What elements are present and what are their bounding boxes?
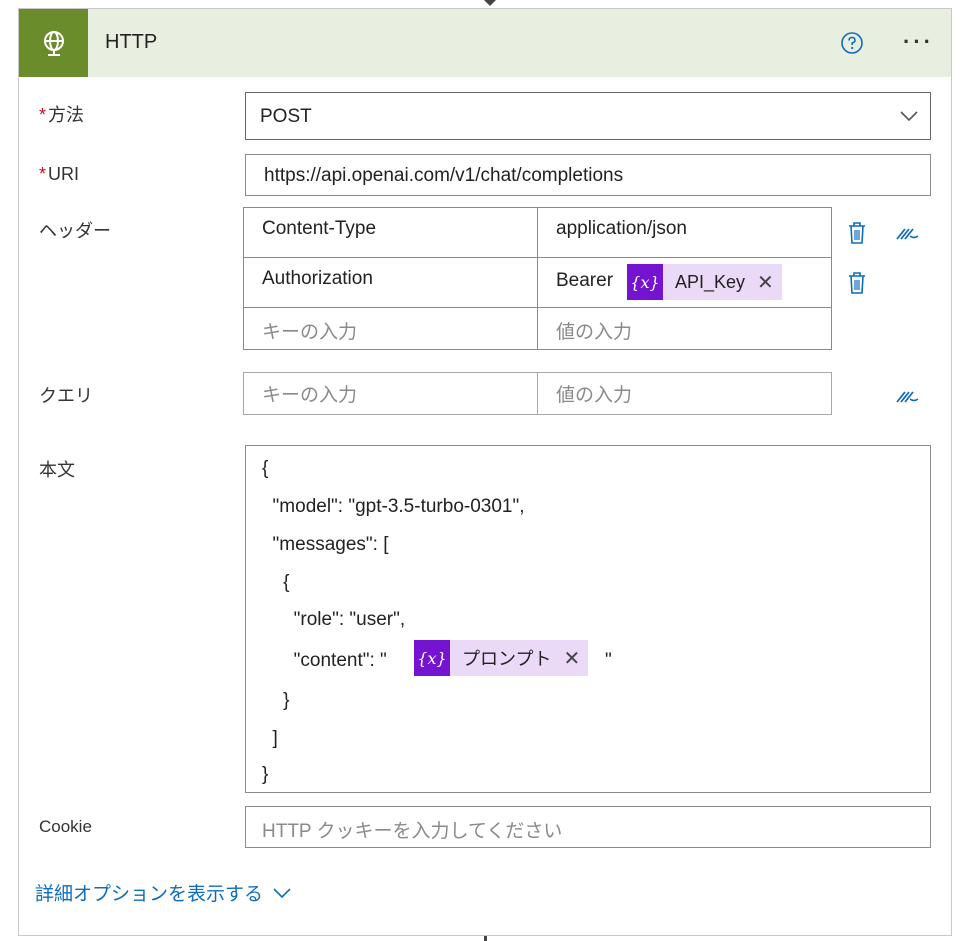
token-label: API_Key xyxy=(675,271,746,292)
body-line: { xyxy=(262,458,269,479)
header-key-cell[interactable]: Content-Type xyxy=(243,207,538,258)
body-line: "content": " xyxy=(262,650,387,671)
cookie-input[interactable]: HTTP クッキーを入力してください xyxy=(245,806,931,848)
method-value: POST xyxy=(260,106,312,127)
body-line: " xyxy=(605,650,612,671)
trash-icon[interactable] xyxy=(847,221,867,245)
uri-value: https://api.openai.com/v1/chat/completio… xyxy=(264,165,624,186)
chevron-down-icon xyxy=(900,111,918,122)
card-title: HTTP xyxy=(105,31,158,53)
token-label: プロンプト xyxy=(462,649,552,669)
dynamic-token[interactable]: {x} API_Key ✕ xyxy=(627,264,782,300)
method-label: * 方法 xyxy=(39,105,85,125)
flow-connector-top xyxy=(484,0,496,6)
text-mode-edit-icon[interactable] xyxy=(894,226,920,242)
help-icon[interactable] xyxy=(841,32,863,54)
query-key-input[interactable]: キーの入力 xyxy=(243,372,538,415)
header-value-text: Bearer xyxy=(556,270,614,291)
header-key-text: Content-Type xyxy=(262,218,377,239)
header-value-cell[interactable]: application/json xyxy=(537,207,832,258)
http-action-card: HTTP ··· * 方法 POST * URI https://api.opena… xyxy=(18,8,952,936)
body-line: "role": "user", xyxy=(262,609,406,630)
uri-input[interactable]: https://api.openai.com/v1/chat/completio… xyxy=(245,154,931,196)
body-editor[interactable]: { "model": "gpt-3.5-turbo-0301", "messag… xyxy=(245,445,931,793)
uri-label: * URI xyxy=(39,164,80,184)
header-value-input[interactable]: 値の入力 xyxy=(537,307,832,350)
text-mode-edit-icon[interactable] xyxy=(894,389,920,405)
method-select[interactable]: POST xyxy=(245,92,931,140)
chevron-down-icon xyxy=(273,887,291,898)
query-value-input[interactable]: 値の入力 xyxy=(537,372,832,415)
value-placeholder: 値の入力 xyxy=(556,322,633,343)
body-line: ] xyxy=(262,728,278,749)
key-placeholder: キーの入力 xyxy=(262,385,358,406)
http-globe-icon xyxy=(19,9,88,77)
body-line: "messages": [ xyxy=(262,534,389,555)
header-key-cell[interactable]: Authorization xyxy=(243,257,538,308)
header-value-cell[interactable]: Bearer {x} API_Key ✕ xyxy=(537,257,832,308)
query-label: クエリ xyxy=(39,386,93,406)
dynamic-token[interactable]: {x} プロンプト ✕ xyxy=(414,640,589,676)
close-icon[interactable]: ✕ xyxy=(757,270,782,295)
show-advanced-options-link[interactable]: 詳細オプションを表示する xyxy=(35,879,291,906)
body-label: 本文 xyxy=(39,460,75,480)
header-value-text: application/json xyxy=(556,218,687,239)
advanced-options-label: 詳細オプションを表示する xyxy=(35,884,264,905)
value-placeholder: 値の入力 xyxy=(556,385,633,406)
variable-icon: {x} xyxy=(627,264,663,300)
variable-icon: {x} xyxy=(414,640,450,676)
body-line: "model": "gpt-3.5-turbo-0301", xyxy=(262,496,525,517)
body-line: { xyxy=(262,572,290,593)
close-icon[interactable]: ✕ xyxy=(563,646,588,671)
header-key-input[interactable]: キーの入力 xyxy=(243,307,538,350)
body-line: } xyxy=(262,690,290,711)
cookie-placeholder: HTTP クッキーを入力してください xyxy=(262,821,563,842)
card-header[interactable]: HTTP ··· xyxy=(19,9,951,77)
key-placeholder: キーの入力 xyxy=(262,322,358,343)
more-options-icon[interactable]: ··· xyxy=(903,29,934,55)
body-line: } xyxy=(262,764,269,785)
header-key-text: Authorization xyxy=(262,268,373,289)
cookie-label: Cookie xyxy=(39,817,92,836)
flow-connector-bottom xyxy=(484,936,487,941)
trash-icon[interactable] xyxy=(847,271,867,295)
headers-label: ヘッダー xyxy=(39,221,111,241)
